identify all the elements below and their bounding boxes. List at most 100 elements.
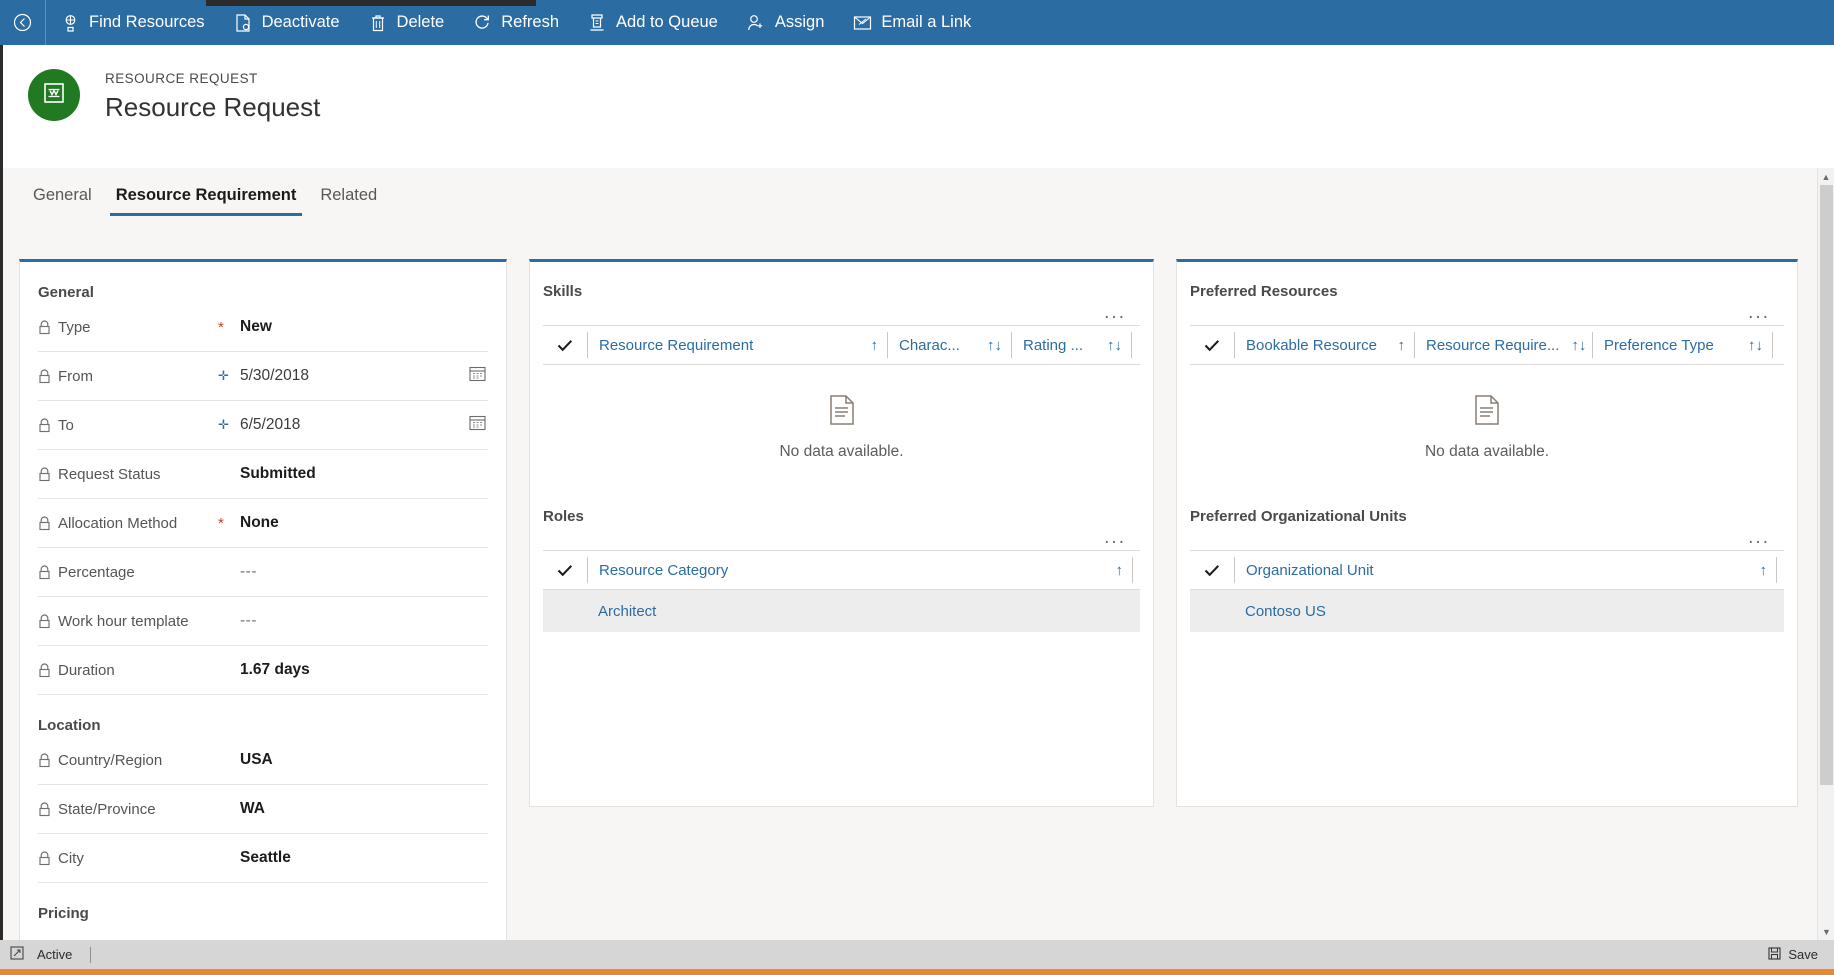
command-delete[interactable]: Delete — [354, 0, 459, 45]
field-value-city: Seattle — [240, 849, 291, 866]
field-row-work-hour-template[interactable]: Work hour template --- — [38, 597, 488, 646]
save-button[interactable]: Save — [1768, 946, 1834, 963]
skills-col-rating[interactable]: Rating ... ↑↓ — [1011, 332, 1131, 358]
command-label: Add to Queue — [616, 13, 718, 31]
pr-col-resource-requirement[interactable]: Resource Require... ↑↓ — [1414, 332, 1592, 358]
field-label-text: Type — [58, 318, 91, 336]
command-add-to-queue[interactable]: Add to Queue — [573, 0, 732, 45]
field-row-to[interactable]: To ✛ 6/5/2018 — [38, 401, 488, 450]
bottom-accent-bar — [0, 969, 1834, 975]
field-row-allocation-method[interactable]: Allocation Method * None — [38, 499, 488, 548]
preferred-org-units-grid-header: Organizational Unit ↑ — [1190, 550, 1784, 590]
form-canvas: General Type * New From ✛ 5/30/2018 To ✛… — [0, 216, 1834, 965]
command-email-a-link[interactable]: Email a Link — [838, 0, 985, 45]
skills-col-resource-requirement[interactable]: Resource Requirement ↑ — [587, 332, 887, 358]
field-label-text: Duration — [58, 661, 115, 679]
table-row[interactable]: Contoso US — [1190, 590, 1784, 632]
back-circle-icon — [13, 13, 33, 33]
field-row-type[interactable]: Type * New — [38, 303, 488, 352]
scroll-up-arrow-icon[interactable]: ▲ — [1818, 168, 1834, 185]
command-deactivate[interactable]: Deactivate — [219, 0, 354, 45]
command-assign[interactable]: Assign — [732, 0, 839, 45]
lock-icon — [38, 320, 51, 335]
field-label-percentage: Percentage — [38, 564, 218, 581]
sort-indicator-icon: ↑↓ — [987, 336, 1002, 354]
subgrid-title-preferred-org-units: Preferred Organizational Units — [1190, 508, 1407, 525]
command-refresh[interactable]: Refresh — [458, 0, 573, 45]
trash-icon — [368, 13, 388, 33]
tab-general[interactable]: General — [21, 186, 104, 216]
select-all-checkmark-icon[interactable] — [543, 564, 587, 577]
column-label: Charac... — [899, 336, 960, 354]
field-row-city[interactable]: City Seattle — [38, 834, 488, 883]
email-link-icon — [852, 13, 872, 33]
field-row-request-status[interactable]: Request Status Submitted — [38, 450, 488, 499]
deactivate-icon — [233, 13, 253, 33]
skills-empty-state: No data available. — [530, 365, 1153, 487]
command-find-resources[interactable]: Find Resources — [46, 0, 219, 45]
find-resources-icon — [60, 13, 80, 33]
record-type-label: RESOURCE REQUEST — [105, 71, 258, 86]
column-divider — [1131, 332, 1132, 358]
record-state-icon — [10, 946, 24, 963]
preferred-resources-more-button[interactable]: ... — [1177, 300, 1797, 325]
command-label: Delete — [396, 13, 445, 31]
assign-user-icon — [746, 13, 766, 33]
column-divider — [1132, 557, 1133, 583]
vertical-scrollbar[interactable]: ▲ ▼ — [1817, 168, 1834, 940]
field-value-allocation-method: None — [240, 514, 279, 531]
preferred-resources-empty-text: No data available. — [1424, 443, 1550, 460]
table-row[interactable]: Architect — [543, 590, 1140, 632]
titlebar-strip-right — [536, 0, 1834, 6]
pou-cell-organizational-unit[interactable]: Contoso US — [1190, 603, 1326, 620]
select-all-checkmark-icon[interactable] — [543, 339, 587, 352]
required-marker: ✛ — [218, 417, 229, 432]
command-label: Refresh — [501, 13, 560, 31]
calendar-icon[interactable] — [469, 365, 486, 387]
field-row-from[interactable]: From ✛ 5/30/2018 — [38, 352, 488, 401]
lock-icon — [38, 753, 51, 768]
pr-col-preference-type[interactable]: Preference Type ↑↓ — [1592, 332, 1772, 358]
pr-col-bookable-resource[interactable]: Bookable Resource ↑ — [1234, 332, 1414, 358]
field-row-state-province[interactable]: State/Province WA — [38, 785, 488, 834]
field-label-text: Work hour template — [58, 612, 189, 630]
field-label-text: Request Status — [58, 465, 161, 483]
required-marker: * — [218, 514, 224, 532]
field-label-request-status: Request Status — [38, 466, 218, 483]
roles-cell-resource-category[interactable]: Architect — [543, 603, 656, 620]
subgrid-title-skills: Skills — [543, 283, 583, 300]
lock-icon — [38, 369, 51, 384]
save-label: Save — [1788, 947, 1818, 962]
field-label-text: Percentage — [58, 563, 135, 581]
back-button[interactable] — [0, 0, 46, 45]
preferred-resources-grid-header: Bookable Resource ↑ Resource Require... … — [1190, 325, 1784, 365]
required-marker: ✛ — [218, 368, 229, 383]
skills-grid-more-button[interactable]: ... — [530, 300, 1153, 325]
select-all-checkmark-icon[interactable] — [1190, 339, 1234, 352]
scrollbar-thumb[interactable] — [1820, 185, 1833, 785]
sort-indicator-icon: ↑ — [870, 336, 879, 354]
column-label: Bookable Resource — [1246, 336, 1377, 354]
lock-icon — [38, 614, 51, 629]
roles-grid-more-button[interactable]: ... — [530, 525, 1153, 550]
roles-col-resource-category[interactable]: Resource Category ↑ — [587, 557, 1132, 583]
tab-related[interactable]: Related — [308, 186, 389, 216]
calendar-icon[interactable] — [469, 414, 486, 436]
sort-indicator-icon: ↑ — [1759, 561, 1768, 579]
sort-indicator-icon: ↑↓ — [1748, 336, 1763, 354]
field-row-country-region[interactable]: Country/Region USA — [38, 736, 488, 785]
field-label-to: To — [38, 417, 218, 434]
tab-resource-requirement[interactable]: Resource Requirement — [104, 186, 309, 216]
lock-icon — [38, 467, 51, 482]
skills-empty-text: No data available. — [779, 443, 904, 460]
preferred-org-units-more-button[interactable]: ... — [1177, 525, 1797, 550]
column-divider — [1772, 332, 1773, 358]
field-row-duration[interactable]: Duration 1.67 days — [38, 646, 488, 695]
pou-col-organizational-unit[interactable]: Organizational Unit ↑ — [1234, 557, 1776, 583]
status-badge: Active — [37, 947, 73, 962]
field-row-percentage[interactable]: Percentage --- — [38, 548, 488, 597]
select-all-checkmark-icon[interactable] — [1190, 564, 1234, 577]
scroll-down-arrow-icon[interactable]: ▼ — [1818, 923, 1834, 940]
field-label-type: Type — [38, 319, 218, 336]
skills-col-characteristic[interactable]: Charac... ↑↓ — [887, 332, 1011, 358]
